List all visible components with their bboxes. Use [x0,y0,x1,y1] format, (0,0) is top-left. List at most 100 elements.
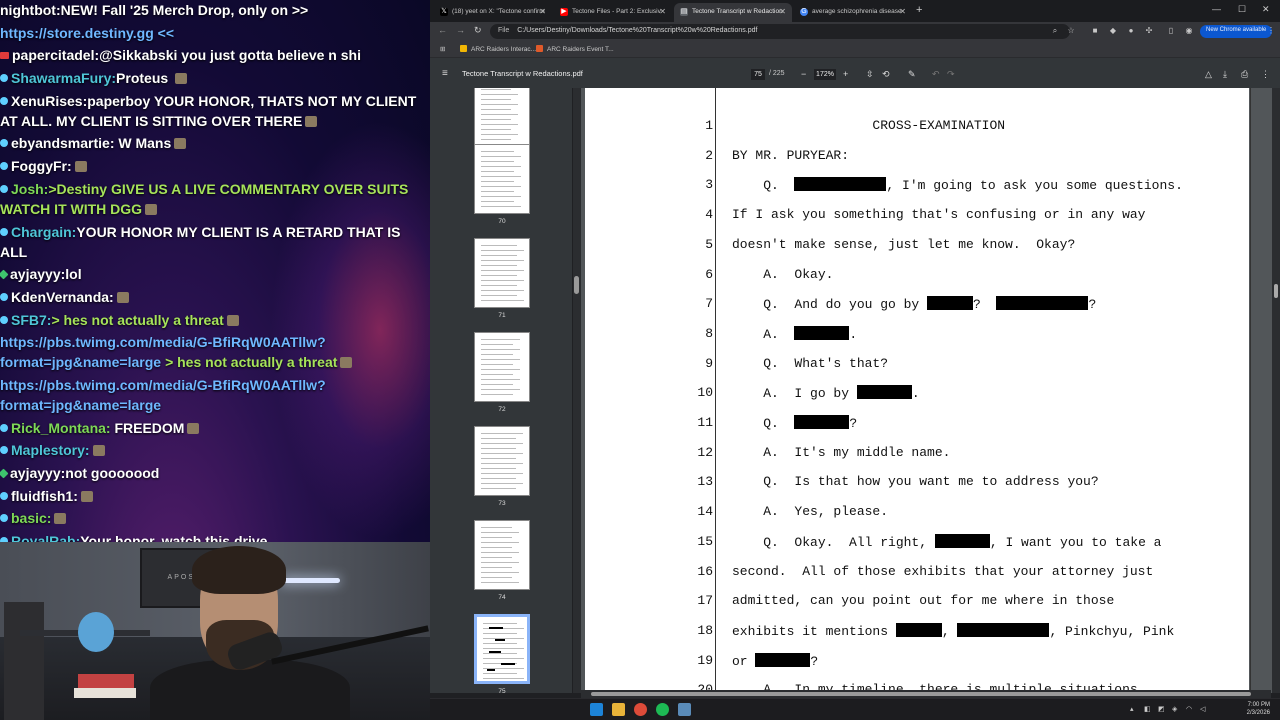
print-icon[interactable]: ⎙ [1241,69,1248,80]
extension-icon-3[interactable]: ● [1126,26,1136,36]
bookmark-1[interactable]: ARC Raiders Event T... [536,45,614,53]
more-icon[interactable]: ⋮ [1261,69,1270,80]
windows-start-icon[interactable] [590,703,603,716]
chat-username[interactable]: ayjayyy: [10,266,65,282]
page-thumbnail[interactable] [474,614,530,684]
volume-icon[interactable]: ◁ [1200,705,1205,713]
steam-icon[interactable] [678,703,691,716]
thumbnail-text-line [481,260,524,261]
x-icon: 𝕏 [440,8,448,16]
chat-username[interactable]: fluidfish1: [11,488,78,504]
transcript-text: , [941,623,958,639]
drive-icon[interactable]: △ [1205,69,1212,80]
tray-icon-3[interactable]: ◩ [1158,705,1165,713]
rotate-icon[interactable]: ⟲ [882,69,890,80]
thumbnail-text-line [481,552,519,553]
page-thumbnail[interactable] [474,88,530,152]
spotify-icon[interactable] [656,703,669,716]
vertical-scrollbar[interactable] [1272,88,1280,693]
new-chrome-available-button[interactable]: New Chrome available [1200,25,1273,38]
redaction-block [794,415,850,429]
chat-link[interactable]: https://store.destiny.gg << [0,25,174,41]
file-explorer-icon[interactable] [612,703,625,716]
chat-username[interactable]: Rick_Montana: [11,420,111,436]
chat-username[interactable]: XenuRises: [11,93,87,109]
forward-icon[interactable]: → [456,25,465,35]
thumbnail-text-line [481,166,521,167]
chat-username[interactable]: ayjayyy: [10,465,65,481]
page-thumbnail[interactable] [474,238,530,308]
thumbnail-scroll-knob[interactable] [574,276,579,294]
bookmark-0[interactable]: ARC Raiders Interac... [460,45,536,53]
zoom-input[interactable]: 172% [814,69,836,80]
tab-0[interactable]: 𝕏 (18) yeet on X: "Tectone confirm ✕ [434,3,552,22]
annotate-icon[interactable]: ✎ [908,69,916,80]
chat-username[interactable]: papercitadel: [12,47,99,63]
apps-grid-icon[interactable]: ⊞ [440,45,445,53]
undo-icon[interactable]: ↶ [932,69,940,80]
download-icon[interactable]: ⤓ [1223,69,1227,80]
tray-icon-1[interactable]: ▴ [1130,705,1134,713]
transcript-text: second. All of those exhibits that your … [732,563,1154,579]
zoom-in-icon[interactable]: + [843,69,848,79]
tab-3[interactable]: G average schizophrenia disease ✕ [794,3,912,22]
pdf-viewer[interactable]: 1 CROSS-EXAMINATION 2 BY MR. PURYEAR: 3 Q. … [581,88,1280,693]
transcript-text: ? [849,416,858,431]
page-number-input[interactable]: 75 [751,69,765,80]
page-thumbnail[interactable] [474,426,530,496]
tab-1[interactable]: ▶ Tectone Files - Part 2: Exclusiv ✕ [554,3,672,22]
close-icon[interactable]: ✕ [539,7,546,16]
close-icon[interactable]: ✕ [779,7,786,16]
address-bar[interactable]: File C:/Users/Destiny/Downloads/Tectone%… [490,24,1070,39]
chat-username[interactable]: ShawarmaFury: [11,70,116,86]
maximize-icon[interactable]: ☐ [1238,4,1246,15]
puzzle-icon[interactable]: ✣ [1144,26,1154,36]
chat-username[interactable]: ebyandsmartie: [11,135,114,151]
vertical-scroll-knob[interactable] [1274,284,1278,298]
back-icon[interactable]: ← [438,25,447,35]
sidepanel-icon[interactable]: ▯ [1166,26,1176,36]
menu-kebab-icon[interactable]: ⋮ [1266,26,1276,36]
chat-username[interactable]: nightbot: [0,2,61,18]
close-icon[interactable]: ✕ [899,7,906,16]
reload-icon[interactable]: ↻ [474,25,482,36]
close-icon[interactable]: ✕ [659,7,666,16]
user-badge-icon [0,96,8,105]
thumbnail-scrollbar[interactable] [573,88,581,693]
extension-icon-2[interactable]: ◆ [1108,26,1118,36]
tray-icon-4[interactable]: ◈ [1172,705,1177,713]
page-thumbnail[interactable] [474,520,530,590]
thumbnail-text-line [481,171,514,172]
hamburger-menu-icon[interactable]: ≡ [442,68,448,79]
chat-username[interactable]: Chargain: [11,224,76,240]
horizontal-scrollbar[interactable] [581,690,1271,698]
thumbnail-text-line [481,245,517,246]
new-tab-icon[interactable]: + [916,4,922,16]
chat-username[interactable]: Josh: [11,181,48,197]
chat-link[interactable]: https://pbs.twimg.com/media/G-BfiRqW0AAT… [0,377,326,413]
chat-username[interactable]: SFB7: [11,312,51,328]
horizontal-scroll-knob[interactable] [591,692,1251,696]
chat-username[interactable]: RoyalRab: [11,533,80,542]
star-icon[interactable]: ☆ [1066,26,1076,36]
chat-username[interactable]: basic: [11,510,51,526]
profile-icon[interactable]: ◉ [1184,26,1194,36]
chrome-icon[interactable] [634,703,647,716]
minimize-icon[interactable]: — [1212,4,1221,14]
chat-username[interactable]: KdenVernanda: [11,289,114,305]
thumbnail-page-number: 75 [498,688,506,693]
redo-icon[interactable]: ↷ [947,69,955,80]
tab-2[interactable]: ▤ Tectone Transcript w Redaction ✕ [674,3,792,22]
chat-username[interactable]: Maplestory: [11,442,90,458]
tray-icon-2[interactable]: ◧ [1144,705,1151,713]
zoom-out-icon[interactable]: − [801,69,806,79]
page-thumbnail[interactable] [474,144,530,214]
wifi-icon[interactable]: ◠ [1186,705,1192,713]
zoom-search-icon[interactable]: ⌕ [1050,26,1060,36]
window-close-icon[interactable]: ✕ [1262,4,1270,15]
page-thumbnail[interactable] [474,332,530,402]
extension-icon-1[interactable]: ■ [1090,26,1100,36]
chat-username[interactable]: FoggyFr: [11,158,72,174]
system-clock[interactable]: 7:00 PM 2/3/2026 [1247,701,1270,717]
fit-page-icon[interactable]: ⇳ [866,69,874,80]
